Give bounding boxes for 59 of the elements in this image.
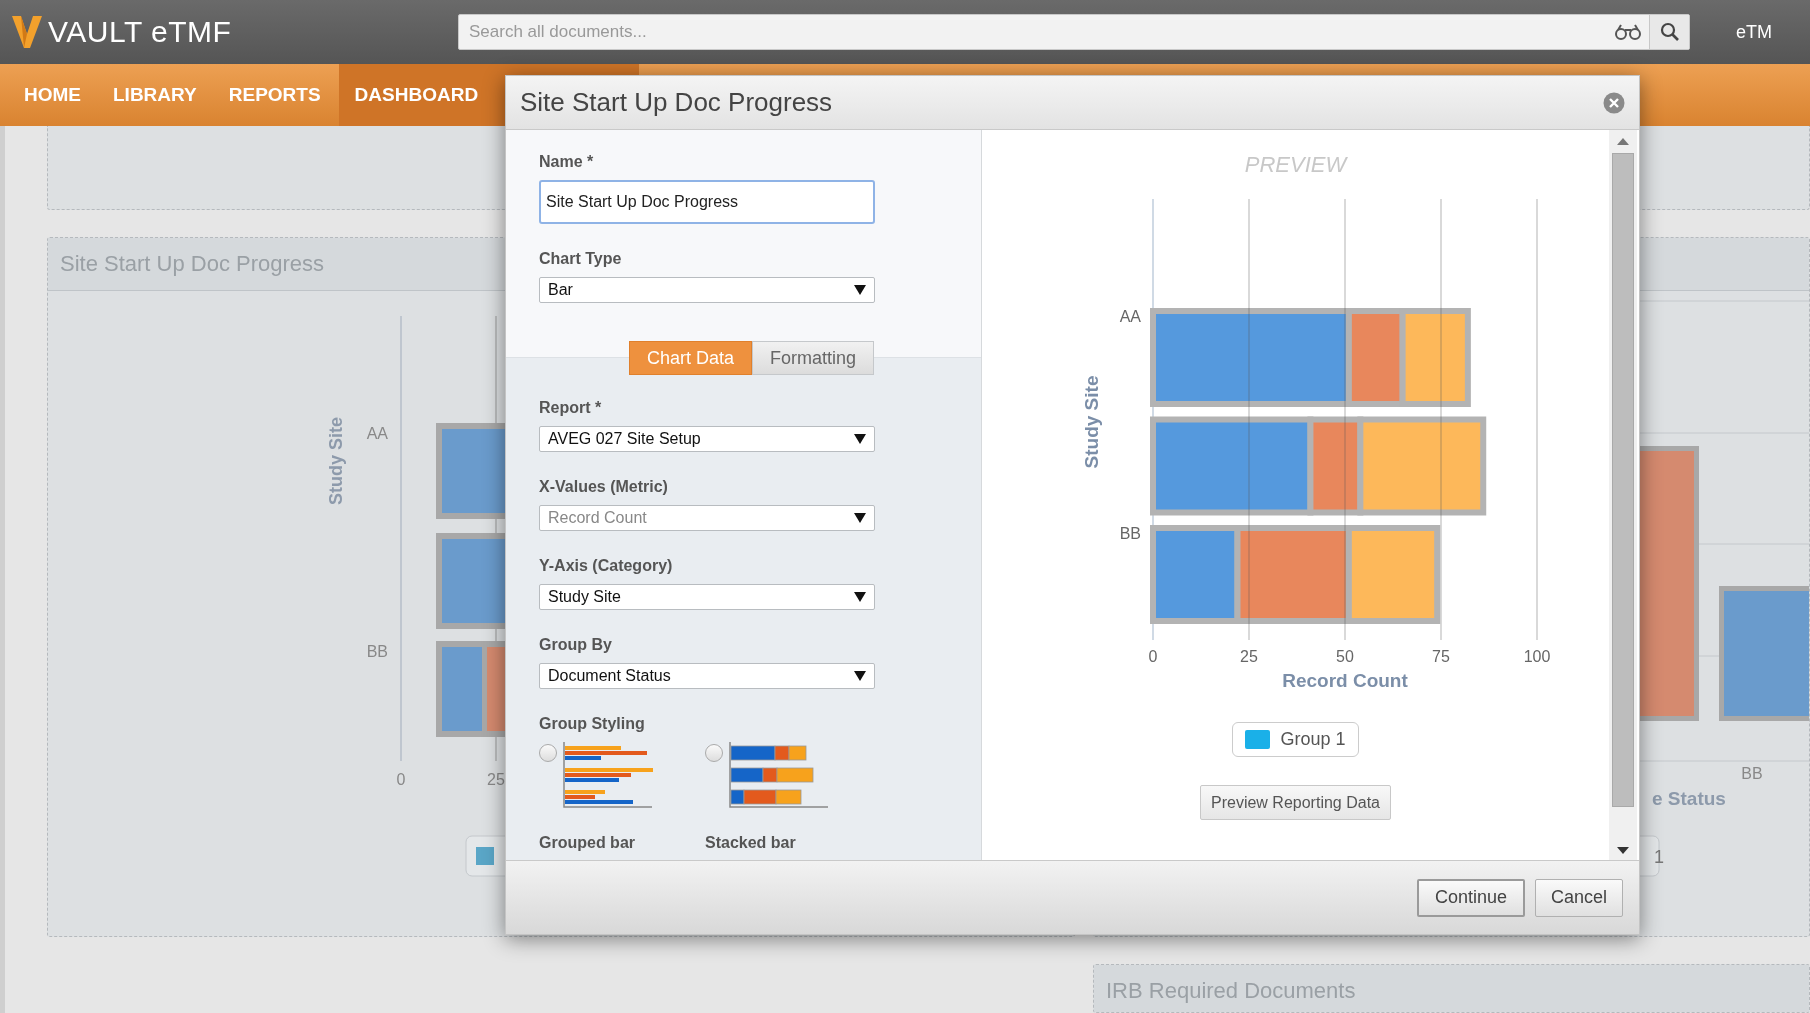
category-label: BB — [366, 643, 388, 660]
tick-label: 0 — [1148, 648, 1157, 665]
caret-icon — [854, 285, 866, 295]
field-label: X-Values (Metric) — [539, 477, 669, 497]
tick-label: 75 — [1431, 648, 1450, 665]
option-label: Stacked bar — [705, 834, 797, 852]
category-label: BB — [1741, 765, 1763, 782]
axis-title: Record Count — [1281, 670, 1408, 691]
field-label: Name * — [539, 152, 595, 172]
tick-label: 0 — [396, 771, 406, 788]
search-input[interactable]: Search all documents... — [459, 22, 1615, 42]
panel-title: Site Start Up Doc Progress — [60, 251, 325, 277]
grouped-bar-chart-icon — [563, 742, 653, 808]
option-label: Grouped bar — [539, 834, 636, 852]
search-icon — [1659, 22, 1680, 42]
category-label: BB — [1119, 525, 1141, 542]
field-label: Report * — [539, 398, 603, 418]
user-menu[interactable]: eTM — [1736, 21, 1772, 43]
caret-icon — [854, 592, 866, 602]
radio-button[interactable] — [539, 744, 557, 762]
category-label: AA — [1119, 308, 1141, 325]
panel-title: IRB Required Documents — [1106, 978, 1356, 1004]
axis-title: Study Site — [1080, 375, 1102, 469]
field-label: Chart Type — [539, 249, 623, 269]
legend-label: 1 — [1654, 847, 1664, 867]
dropdown[interactable]: AVEG 027 Site Setup — [539, 426, 875, 452]
field-label: Group Styling — [539, 714, 646, 734]
tick-label: 25 — [1239, 648, 1258, 665]
radio-button[interactable] — [705, 744, 723, 762]
tick-label: 50 — [1335, 648, 1354, 665]
search-field[interactable]: Search all documents... — [458, 14, 1690, 50]
app-logo: VAULT eTMF — [48, 15, 232, 49]
field-label: Group By — [539, 635, 613, 655]
scrollbar-thumb[interactable] — [1612, 153, 1634, 807]
dialog-button[interactable]: Continue — [1416, 878, 1525, 917]
axis-title: Study Site — [326, 417, 346, 505]
caret-icon — [854, 434, 866, 444]
tab[interactable]: Formatting — [751, 341, 874, 375]
axis-title: e Status — [1652, 788, 1726, 809]
scroll-up-icon — [1617, 138, 1629, 145]
field-label: Y-Axis (Category) — [539, 556, 674, 576]
dialog-button[interactable]: Cancel — [1534, 878, 1623, 917]
dropdown[interactable]: Document Status — [539, 663, 875, 689]
scroll-down-icon — [1617, 847, 1629, 854]
preview-data-button[interactable]: Preview Reporting Data — [1200, 785, 1391, 820]
dropdown[interactable]: Bar — [539, 277, 875, 303]
binoculars-icon — [1615, 24, 1641, 40]
logo-icon — [12, 16, 42, 48]
tick-label: 100 — [1523, 648, 1550, 665]
close-icon[interactable] — [1603, 91, 1625, 114]
caret-icon — [854, 671, 866, 681]
caret-icon — [854, 513, 866, 523]
name-input[interactable]: Site Start Up Doc Progress — [539, 180, 875, 224]
dropdown[interactable]: Study Site — [539, 584, 875, 610]
tick-label: 25 — [487, 771, 505, 788]
search-button[interactable] — [1649, 15, 1689, 49]
legend-label: Group 1 — [1280, 729, 1346, 750]
stacked-bar-chart-icon — [729, 742, 829, 808]
category-label: AA — [366, 425, 388, 442]
